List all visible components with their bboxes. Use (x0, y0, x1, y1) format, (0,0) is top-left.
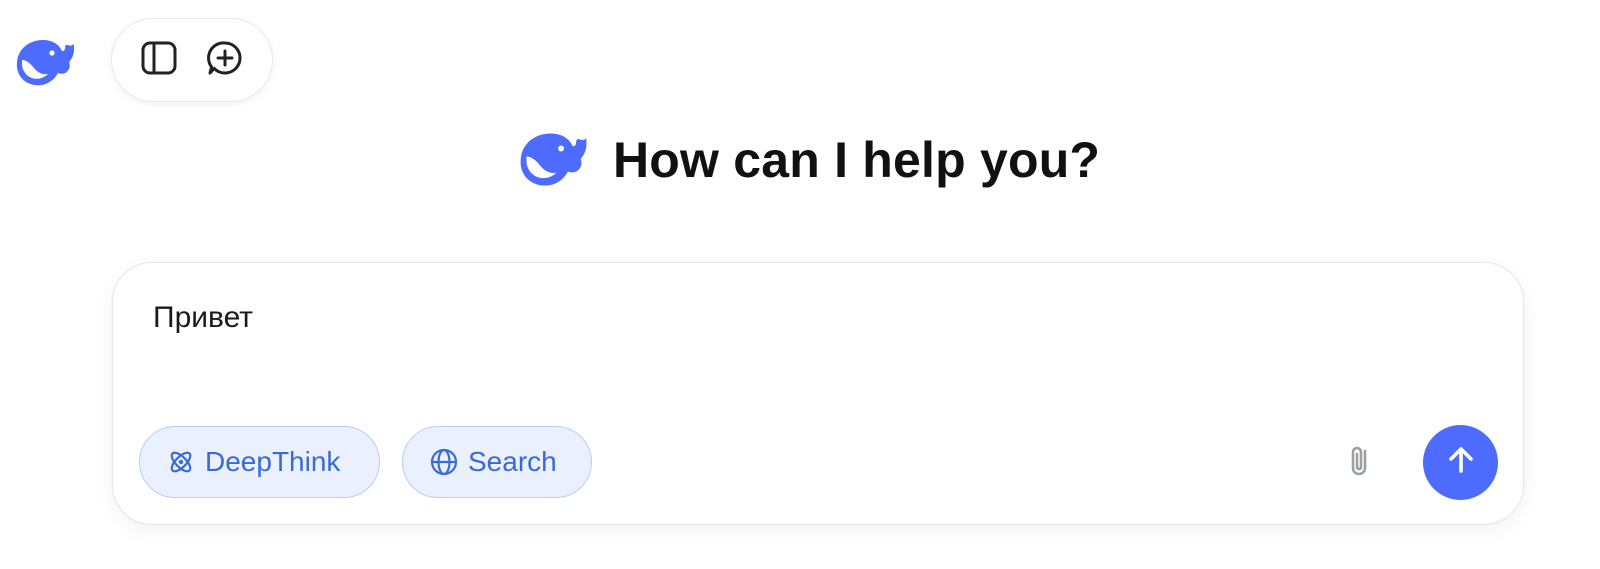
hero-heading: How can I help you? (515, 125, 1100, 195)
sidebar-toggle-icon (139, 38, 179, 83)
arrow-up-icon (1441, 440, 1481, 485)
new-chat-icon (205, 38, 245, 83)
attach-file-button[interactable] (1341, 443, 1381, 483)
page: How can I help you? Привет DeepThink Sea… (0, 0, 1600, 569)
new-chat-button[interactable] (201, 36, 249, 84)
search-label: Search (468, 446, 557, 477)
page-title: How can I help you? (613, 132, 1101, 188)
send-button[interactable] (1423, 425, 1498, 500)
message-composer: Привет DeepThink Search (112, 262, 1524, 525)
paperclip-icon (1341, 441, 1381, 486)
atom-icon (166, 447, 196, 477)
message-input[interactable]: Привет (153, 301, 1453, 361)
deepthink-label: DeepThink (205, 446, 341, 477)
search-toggle-button[interactable]: Search (402, 426, 592, 498)
top-actions-bar (111, 18, 273, 102)
whale-logo-icon[interactable] (12, 38, 78, 88)
whale-logo-icon (515, 130, 591, 190)
globe-icon (429, 447, 459, 477)
deepthink-toggle-button[interactable]: DeepThink (139, 426, 380, 498)
sidebar-toggle-button[interactable] (135, 36, 183, 84)
